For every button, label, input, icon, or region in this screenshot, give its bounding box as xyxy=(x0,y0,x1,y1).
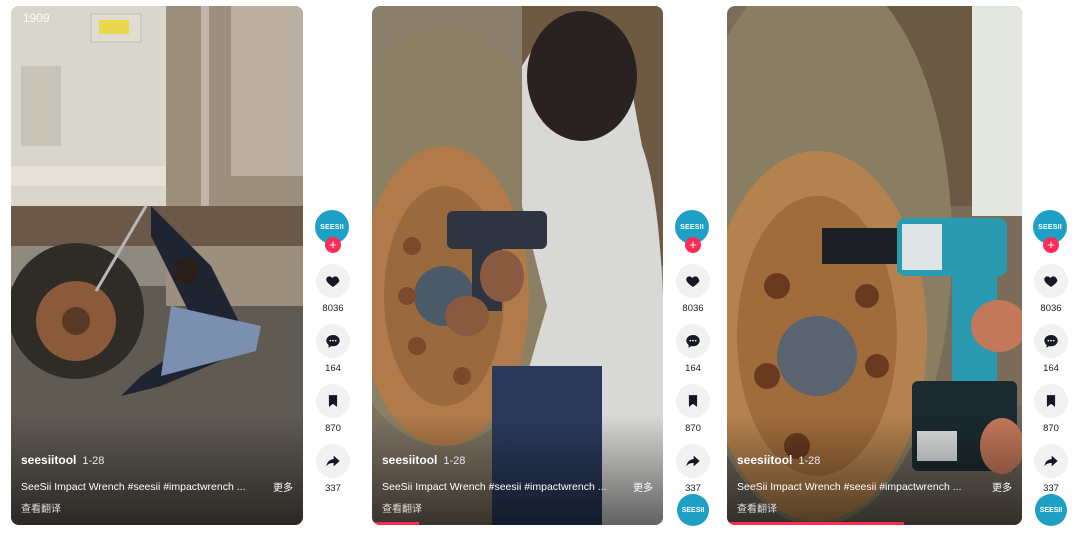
more-button[interactable]: 更多 xyxy=(992,479,1012,494)
video-meta: seesiitool 1-28 SeeSii Impact Wrench #se… xyxy=(21,453,293,515)
author-name[interactable]: seesiitool xyxy=(382,453,437,467)
translate-link[interactable]: 查看翻译 xyxy=(21,500,293,515)
comment-count: 164 xyxy=(685,363,701,374)
more-button[interactable]: 更多 xyxy=(273,479,293,494)
comment-button[interactable] xyxy=(676,324,710,358)
progress-bar[interactable] xyxy=(372,522,419,525)
author-name[interactable]: seesiitool xyxy=(737,453,792,467)
share-icon xyxy=(1044,455,1058,467)
comment-icon xyxy=(1044,335,1058,348)
share-button[interactable] xyxy=(316,444,350,478)
video-caption: SeeSii Impact Wrench #seesii #impactwren… xyxy=(382,480,607,493)
video-meta: seesiitool 1-28 SeeSii Impact Wrench #se… xyxy=(737,453,1012,515)
more-button[interactable]: 更多 xyxy=(633,479,653,494)
heart-icon xyxy=(326,276,340,287)
like-button[interactable] xyxy=(1034,264,1068,298)
author-avatar-bottom[interactable]: SEESII xyxy=(677,494,709,526)
video-card-3[interactable]: seesiitool 1-28 SeeSii Impact Wrench #se… xyxy=(727,6,1022,525)
author-avatar-wrap: SEESII + xyxy=(675,210,711,254)
bookmark-icon xyxy=(688,395,698,407)
author-name[interactable]: seesiitool xyxy=(21,453,76,467)
comment-count: 164 xyxy=(325,363,341,374)
share-button[interactable] xyxy=(1034,444,1068,478)
comment-button[interactable] xyxy=(1034,324,1068,358)
like-button[interactable] xyxy=(316,264,350,298)
video-caption: SeeSii Impact Wrench #seesii #impactwren… xyxy=(21,480,246,493)
post-date: 1-28 xyxy=(443,455,466,467)
heart-icon xyxy=(1044,276,1058,287)
progress-bar[interactable] xyxy=(727,522,904,525)
share-count: 337 xyxy=(685,483,701,494)
video-meta: seesiitool 1-28 SeeSii Impact Wrench #se… xyxy=(382,453,653,515)
share-icon xyxy=(326,455,340,467)
action-rail-1: SEESII + 8036 164 870 337 xyxy=(315,210,351,494)
comment-button[interactable] xyxy=(316,324,350,358)
follow-plus-icon[interactable]: + xyxy=(685,237,701,253)
author-avatar-bottom[interactable]: SEESII xyxy=(1035,494,1067,526)
save-button[interactable] xyxy=(676,384,710,418)
share-count: 337 xyxy=(325,483,341,494)
post-date: 1-28 xyxy=(798,455,821,467)
view-counter: 1909 xyxy=(23,11,50,25)
save-button[interactable] xyxy=(1034,384,1068,418)
share-button[interactable] xyxy=(676,444,710,478)
share-icon xyxy=(686,455,700,467)
bookmark-icon xyxy=(1046,395,1056,407)
video-card-1[interactable]: 1909 seesiitool 1-28 SeeSii Impact Wrenc… xyxy=(11,6,303,525)
video-card-2[interactable]: seesiitool 1-28 SeeSii Impact Wrench #se… xyxy=(372,6,663,525)
follow-plus-icon[interactable]: + xyxy=(1043,237,1059,253)
save-count: 870 xyxy=(685,423,701,434)
author-avatar-wrap: SEESII + xyxy=(315,210,351,254)
author-avatar-wrap: SEESII + xyxy=(1033,210,1069,254)
comment-icon xyxy=(686,335,700,348)
video-caption: SeeSii Impact Wrench #seesii #impactwren… xyxy=(737,480,962,493)
action-rail-2: SEESII + 8036 164 870 337 xyxy=(675,210,711,494)
bookmark-icon xyxy=(328,395,338,407)
like-button[interactable] xyxy=(676,264,710,298)
save-count: 870 xyxy=(1043,423,1059,434)
post-date: 1-28 xyxy=(82,455,105,467)
translate-link[interactable]: 查看翻译 xyxy=(737,500,1012,515)
heart-icon xyxy=(686,276,700,287)
comment-count: 164 xyxy=(1043,363,1059,374)
like-count: 8036 xyxy=(1040,303,1062,314)
follow-plus-icon[interactable]: + xyxy=(325,237,341,253)
action-rail-3: SEESII + 8036 164 870 337 xyxy=(1033,210,1069,494)
share-count: 337 xyxy=(1043,483,1059,494)
save-count: 870 xyxy=(325,423,341,434)
like-count: 8036 xyxy=(322,303,344,314)
save-button[interactable] xyxy=(316,384,350,418)
comment-icon xyxy=(326,335,340,348)
like-count: 8036 xyxy=(682,303,704,314)
translate-link[interactable]: 查看翻译 xyxy=(382,500,653,515)
